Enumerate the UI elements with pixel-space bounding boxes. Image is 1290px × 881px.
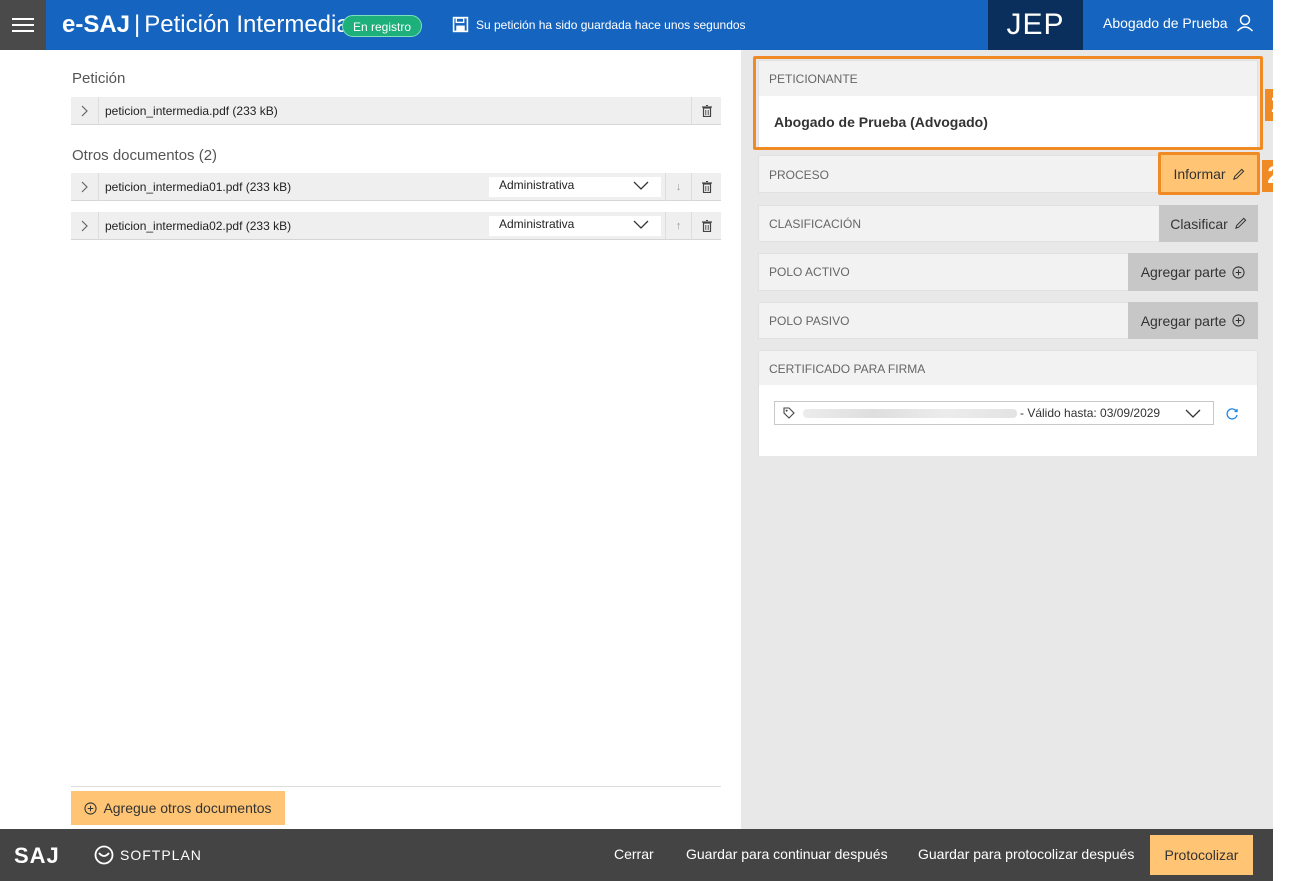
user-name: Abogado de Prueba [1103,15,1228,31]
highlight-box [1158,152,1260,195]
protocolizar-button[interactable]: Protocolizar [1150,835,1253,875]
document-type-value: Administrativa [499,216,575,231]
polo-pasivo-label: POLO PASIVO [769,314,850,328]
agregar-parte-pasivo-button[interactable]: Agregar parte [1128,302,1258,339]
certificado-panel: CERTIFICADO PARA FIRMA - Válido hasta: 0… [758,350,1258,456]
delete-document-button[interactable] [691,96,721,125]
softplan-text: SOFTPLAN [120,847,202,863]
plus-circle-icon [84,801,98,815]
app-name: e-SAJ [62,11,131,38]
agregar-parte-label: Agregar parte [1140,312,1227,329]
certificate-name-redacted [803,409,1017,418]
page-edge [1273,0,1290,881]
chevron-down-icon [1185,409,1201,418]
move-up-button[interactable]: ↑ [665,211,691,240]
clasificar-button[interactable]: Clasificar [1159,205,1258,242]
highlight-box [753,56,1263,150]
documents-pane: Petición peticion_intermedia.pdf (233 kB… [0,50,741,829]
saved-status: Su petición ha sido guardada hace unos s… [452,16,746,33]
document-type-select[interactable]: Administrativa [489,176,661,197]
guardar-protocolizar-button[interactable]: Guardar para protocolizar después [918,846,1134,862]
details-pane: PETICIONANTE Abogado de Prueba (Advogado… [741,50,1289,829]
chevron-down-icon [633,181,649,190]
saj-logo: SAJ [14,843,60,868]
trash-icon [701,180,712,193]
chevron-right-icon [81,220,88,231]
cerrar-button[interactable]: Cerrar [614,846,654,862]
proceso-label: PROCESO [769,168,830,182]
clasificacion-label: CLASIFICACIÓN [769,217,862,231]
delete-document-button[interactable] [691,211,721,240]
otros-documentos-title: Otros documentos (2) [72,147,218,164]
app-header: e-SAJ | Petición Intermedia En registro Su… [0,0,1273,50]
expand-button[interactable] [71,211,99,240]
jep-logo: JEP [988,0,1083,50]
document-type-select[interactable]: Administrativa [489,215,661,236]
title-separator: | [134,11,141,38]
expand-button[interactable] [71,172,99,201]
document-filename: peticion_intermedia.pdf (233 kB) [105,103,278,118]
guardar-continuar-button[interactable]: Guardar para continuar después [686,846,888,862]
polo-pasivo-panel: POLO PASIVO Agregar parte [758,302,1258,339]
chevron-down-icon [633,220,649,229]
status-badge: En registro [342,15,423,37]
peticion-title: Petición [72,70,126,87]
polo-activo-label: POLO ACTIVO [769,265,850,279]
softplan-logo: SOFTPLAN [94,845,202,865]
app-title: e-SAJ | Petición Intermedia [62,10,350,40]
trash-icon [701,104,712,117]
chevron-right-icon [81,105,88,116]
agregar-parte-activo-button[interactable]: Agregar parte [1128,253,1258,291]
delete-document-button[interactable] [691,172,721,201]
certificate-validity: - Válido hasta: 03/09/2029 [1020,406,1161,420]
certificate-select[interactable]: - Válido hasta: 03/09/2029 [774,401,1214,425]
save-icon [452,16,469,33]
saved-message: Su petición ha sido guardada hace unos s… [476,17,746,32]
tag-icon [783,407,795,419]
refresh-icon[interactable] [1225,407,1239,421]
agregar-parte-label: Agregar parte [1140,264,1227,280]
clasificacion-panel: CLASIFICACIÓN Clasificar [758,205,1258,242]
certificado-body: - Válido hasta: 03/09/2029 [759,385,1257,456]
otros-document-row: peticion_intermedia02.pdf (233 kB) Admin… [71,211,721,240]
hamburger-icon [12,18,34,32]
add-documents-button[interactable]: Agregue otros documentos [71,791,285,825]
trash-icon [701,219,712,232]
certificado-label: CERTIFICADO PARA FIRMA [769,362,926,376]
pencil-icon [1234,217,1247,229]
move-down-button[interactable]: ↓ [665,172,691,201]
add-documents-label: Agregue otros documentos [103,800,272,816]
document-type-value: Administrativa [499,177,575,192]
document-filename: peticion_intermedia01.pdf (233 kB) [105,179,292,194]
page-title: Petición Intermedia [144,11,350,38]
polo-activo-panel: POLO ACTIVO Agregar parte [758,253,1258,291]
softplan-logo-icon [94,845,114,865]
user-menu[interactable]: Abogado de Prueba [1103,14,1254,32]
chevron-right-icon [81,181,88,192]
clasificar-label: Clasificar [1170,215,1228,232]
hamburger-menu-button[interactable] [0,0,46,50]
expand-button[interactable] [71,96,99,125]
peticion-document-row: peticion_intermedia.pdf (233 kB) [71,96,721,125]
divider [71,786,721,787]
plus-circle-icon [1232,314,1245,327]
footer-bar: SAJ SOFTPLAN Cerrar Guardar para continu… [0,829,1273,881]
plus-circle-icon [1232,265,1245,279]
user-icon [1236,14,1253,32]
document-filename: peticion_intermedia02.pdf (233 kB) [105,218,292,233]
otros-document-row: peticion_intermedia01.pdf (233 kB) Admin… [71,172,721,201]
